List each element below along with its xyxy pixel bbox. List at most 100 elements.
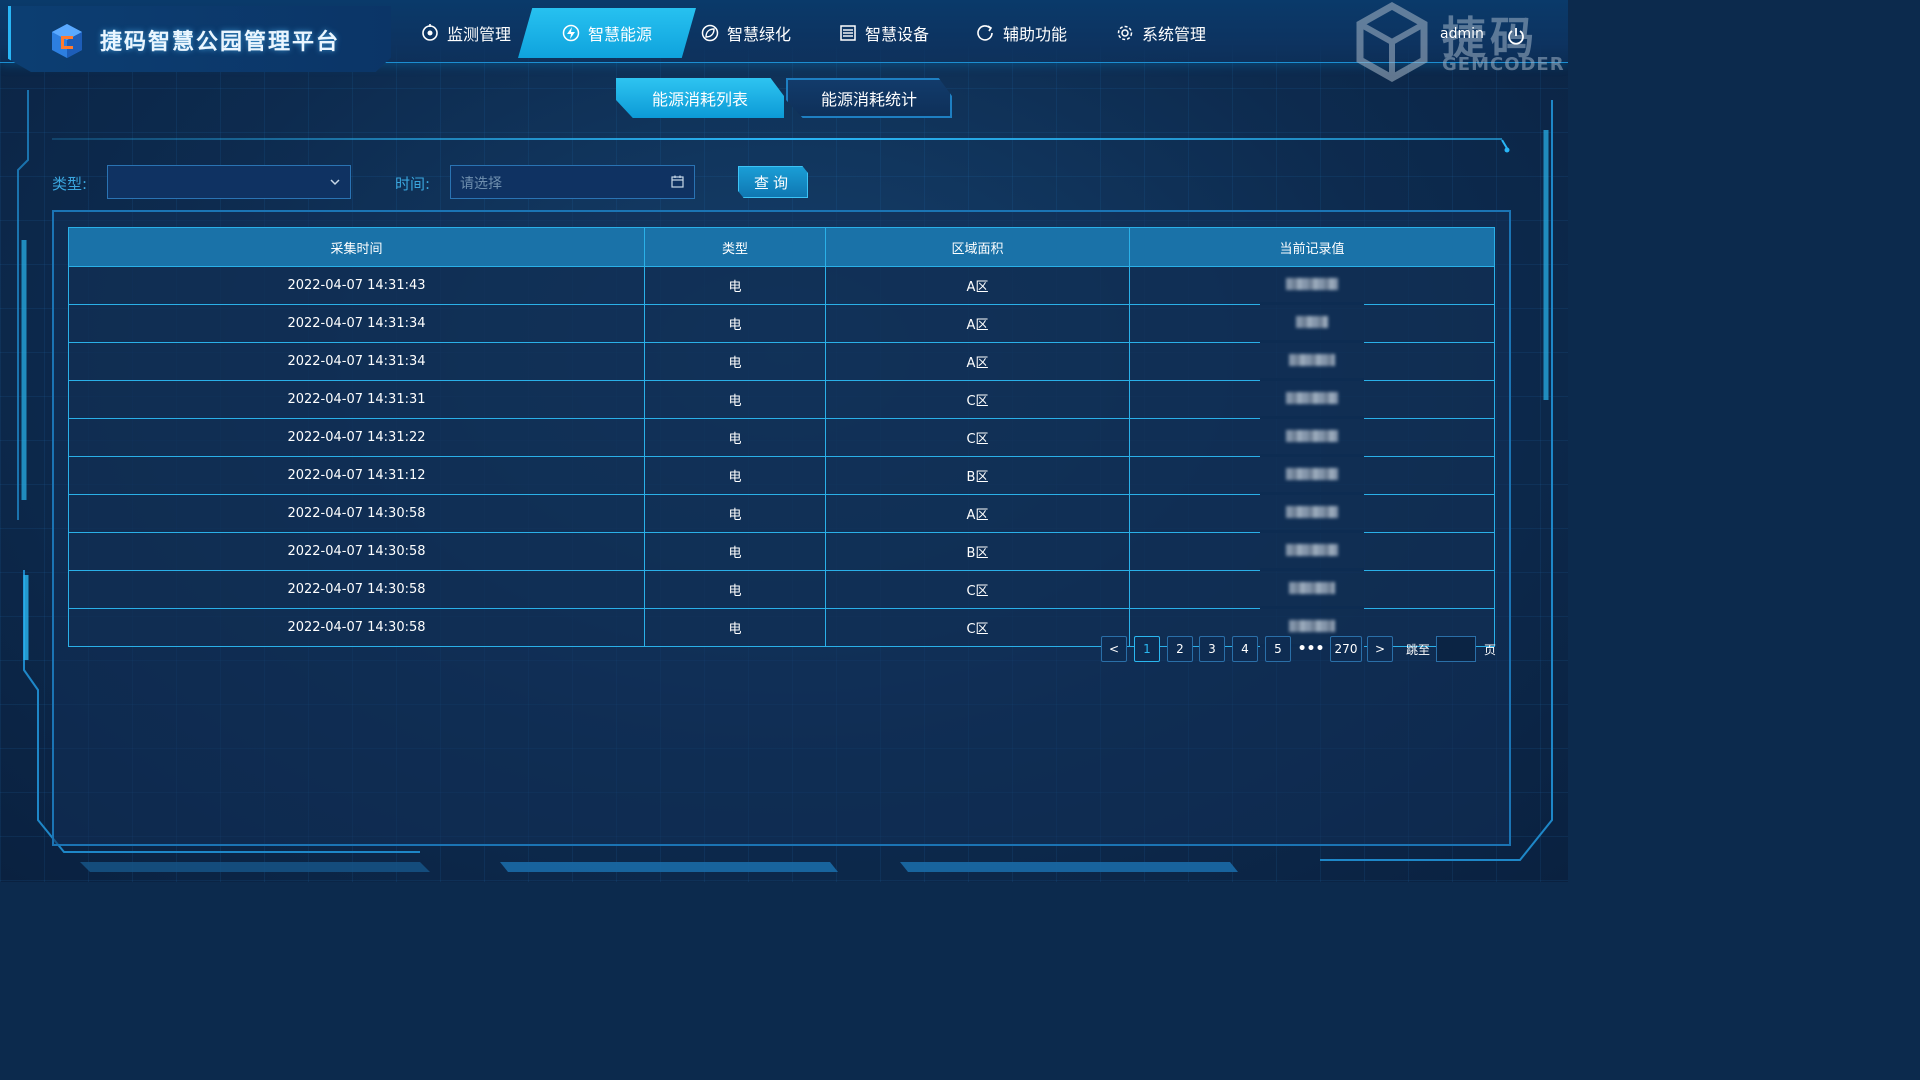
next-page-button[interactable]: > [1367,636,1393,662]
cell-value [1129,380,1495,419]
date-picker[interactable]: 请选择 [450,165,695,199]
cell-type: 电 [644,608,826,647]
user-name[interactable]: admin [1440,26,1484,42]
page-suffix-label: 页 [1484,643,1497,657]
page-button-last[interactable]: 270 [1330,636,1362,662]
query-button[interactable]: 查询 [738,166,808,198]
energy-table: 采集时间 类型 区域面积 当前记录值 2022-04-07 14:31:43 电… [68,227,1495,647]
logout-icon[interactable] [1506,27,1526,47]
cell-area: C区 [825,570,1130,609]
blurred-value [1286,277,1338,290]
blurred-value [1289,581,1335,594]
device-icon [839,24,857,42]
nav-label: 系统管理 [1142,25,1207,44]
page-button-1[interactable]: 1 [1134,636,1160,662]
blurred-value [1286,505,1338,518]
table-row: 2022-04-07 14:30:58 电 A区 [68,494,1495,533]
cell-type: 电 [644,570,826,609]
page-button-4[interactable]: 4 [1232,636,1258,662]
cell-type: 电 [644,494,826,533]
chevron-down-icon [330,179,340,186]
app-title: 捷码智慧公园管理平台 [100,30,341,55]
tab-energy-stats[interactable]: 能源消耗统计 [786,78,952,118]
cell-value [1129,570,1495,609]
nav-item-monitor[interactable]: 监测管理 [421,8,511,58]
cell-time: 2022-04-07 14:31:34 [68,342,645,381]
cell-time: 2022-04-07 14:31:22 [68,418,645,457]
page-button-5[interactable]: 5 [1265,636,1291,662]
jump-label: 跳至 [1406,643,1431,657]
table-row: 2022-04-07 14:31:12 电 B区 [68,456,1495,495]
cell-type: 电 [644,456,826,495]
cell-area: A区 [825,266,1130,305]
cell-value [1129,456,1495,495]
blurred-value [1296,315,1328,328]
type-filter-label: 类型: [52,175,88,193]
tab-energy-list[interactable]: 能源消耗列表 [616,78,784,118]
nav-label: 智慧绿化 [727,25,792,44]
watermark-cube-icon [1356,2,1428,82]
cell-area: C区 [825,608,1130,647]
blurred-value [1286,429,1338,442]
cell-time: 2022-04-07 14:31:43 [68,266,645,305]
logo-icon [52,24,82,58]
table-row: 2022-04-07 14:31:31 电 C区 [68,380,1495,419]
nav-label: 监测管理 [447,25,512,44]
cell-time: 2022-04-07 14:30:58 [68,494,645,533]
nav-item-greening[interactable]: 智慧绿化 [701,8,791,58]
nav-label: 智慧能源 [587,25,652,44]
table-row: 2022-04-07 14:31:22 电 C区 [68,418,1495,457]
column-header-type: 类型 [644,227,826,267]
column-header-value: 当前记录值 [1129,227,1495,267]
table-header-row: 采集时间 类型 区域面积 当前记录值 [68,227,1495,267]
table-row: 2022-04-07 14:31:34 电 A区 [68,342,1495,381]
blurred-value [1289,619,1335,632]
nav-label: 辅助功能 [1003,25,1068,44]
gear-icon [1116,24,1134,42]
nav-item-assist[interactable]: 辅助功能 [977,8,1067,58]
table-row: 2022-04-07 14:31:34 电 A区 [68,304,1495,343]
page-button-3[interactable]: 3 [1199,636,1225,662]
cell-time: 2022-04-07 14:30:58 [68,532,645,571]
cell-time: 2022-04-07 14:30:58 [68,608,645,647]
prev-page-button[interactable]: < [1101,636,1127,662]
cell-value [1129,342,1495,381]
assist-icon [977,24,995,42]
column-header-time: 采集时间 [68,227,645,267]
blurred-value [1286,467,1338,480]
type-select[interactable] [107,165,351,199]
cell-type: 电 [644,266,826,305]
app-screen: 捷码智慧公园管理平台 监测管理 智慧能源 智慧绿化 智慧设备 辅助功能 系统管理… [0,0,1568,882]
energy-icon [562,24,580,42]
cell-area: C区 [825,380,1130,419]
blurred-value [1286,391,1338,404]
nav-item-device[interactable]: 智慧设备 [839,8,929,58]
cell-type: 电 [644,418,826,457]
cell-value [1129,494,1495,533]
cell-type: 电 [644,342,826,381]
nav-label: 智慧设备 [865,25,930,44]
blurred-value [1289,353,1335,366]
cell-type: 电 [644,380,826,419]
section-divider [52,138,1502,140]
watermark-subtext: GEMCODER [1442,54,1565,75]
page-ellipsis[interactable]: ••• [1298,636,1325,662]
cell-value [1129,266,1495,305]
leaf-icon [701,24,719,42]
cell-time: 2022-04-07 14:31:31 [68,380,645,419]
jump-page-input[interactable] [1436,636,1476,662]
date-placeholder: 请选择 [460,176,502,192]
cell-area: C区 [825,418,1130,457]
cell-value [1129,418,1495,457]
nav-item-energy[interactable]: 智慧能源 [518,8,696,58]
cell-area: A区 [825,304,1130,343]
blurred-value [1286,543,1338,556]
page-button-2[interactable]: 2 [1167,636,1193,662]
cell-area: B区 [825,532,1130,571]
nav-item-system[interactable]: 系统管理 [1116,8,1206,58]
cell-type: 电 [644,532,826,571]
calendar-icon [671,175,684,188]
cell-value [1129,304,1495,343]
cell-value [1129,532,1495,571]
cell-area: A区 [825,494,1130,533]
